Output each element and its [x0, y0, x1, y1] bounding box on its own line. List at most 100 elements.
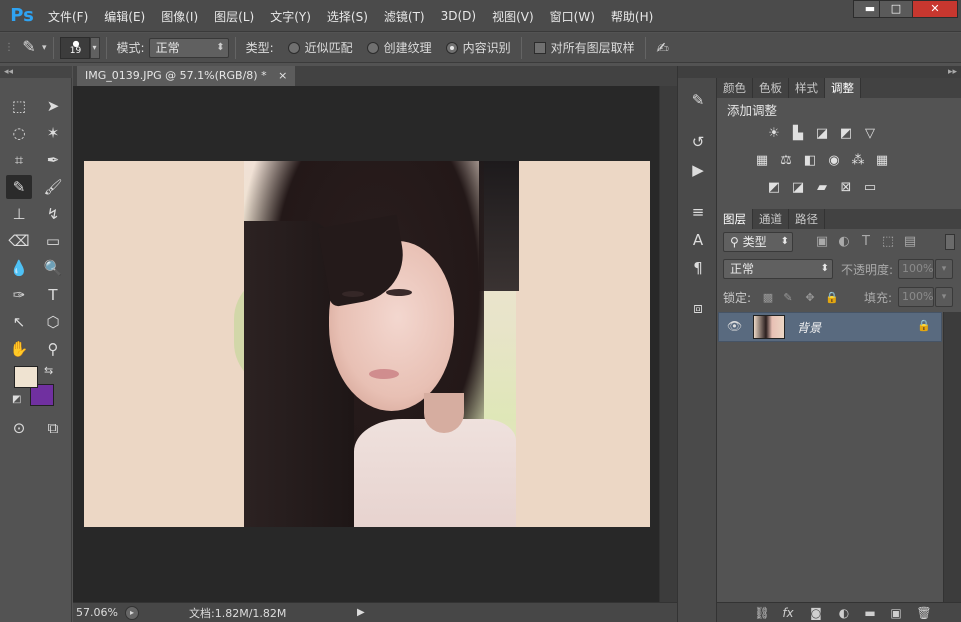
tab-paths[interactable]: 路径: [789, 209, 825, 229]
tab-layers[interactable]: 图层: [717, 209, 753, 229]
status-info-icon[interactable]: ▸: [125, 605, 139, 620]
lock-all-icon[interactable]: 🔒: [823, 290, 841, 306]
play-action-icon[interactable]: ▶: [685, 158, 711, 182]
lock-position-icon[interactable]: ✥: [801, 290, 819, 306]
type-proximity-match-label[interactable]: 近似匹配: [305, 39, 353, 56]
menu-edit[interactable]: 编辑(E): [96, 8, 153, 25]
quick-mask-icon[interactable]: ⊙: [6, 416, 32, 440]
color-lookup-icon[interactable]: ▦: [873, 153, 891, 169]
fill-dropdown-icon[interactable]: ▾: [935, 287, 953, 307]
delete-layer-icon[interactable]: 🗑: [915, 604, 933, 622]
magic-wand-icon[interactable]: ✶: [40, 121, 66, 145]
3d-panel-icon[interactable]: ⧈: [685, 296, 711, 320]
preset-dropdown-icon[interactable]: ▾: [42, 43, 47, 53]
menu-window[interactable]: 窗口(W): [542, 8, 603, 25]
menu-help[interactable]: 帮助(H): [603, 8, 661, 25]
rectangular-marquee-icon[interactable]: ⬚: [6, 94, 32, 118]
shape-tool-icon[interactable]: ⬡: [40, 310, 66, 334]
menu-select[interactable]: 选择(S): [319, 8, 376, 25]
brush-picker-dropdown-icon[interactable]: ▾: [89, 36, 100, 59]
swap-colors-icon[interactable]: ⇆: [44, 364, 53, 377]
brightness-contrast-icon[interactable]: ☀: [765, 126, 783, 142]
crop-icon[interactable]: ⌗: [6, 148, 32, 172]
document-tab-close-icon[interactable]: ×: [278, 69, 287, 82]
sample-all-layers-label[interactable]: 对所有图层取样: [551, 39, 635, 56]
default-colors-icon[interactable]: ◩: [12, 394, 21, 405]
toolbox-collapse-icon[interactable]: ◂◂: [0, 66, 72, 78]
type-content-aware-label[interactable]: 内容识别: [463, 39, 511, 56]
filter-smart-object-icon[interactable]: ▤: [901, 234, 919, 250]
close-button[interactable]: ✕: [912, 0, 958, 18]
lock-image-pixels-icon[interactable]: ✎: [779, 290, 797, 306]
eraser-icon[interactable]: ⌫: [6, 229, 32, 253]
layers-scrollbar[interactable]: [943, 312, 961, 602]
foreground-color-swatch[interactable]: [14, 366, 38, 388]
character-panel-icon[interactable]: A: [685, 228, 711, 252]
paragraph-panel-icon[interactable]: ¶: [685, 256, 711, 280]
threshold-icon[interactable]: ▰: [813, 180, 831, 196]
new-group-icon[interactable]: ▬: [861, 604, 879, 622]
maximize-button[interactable]: □: [879, 0, 913, 18]
type-proximity-match-radio[interactable]: [287, 41, 300, 54]
tab-color[interactable]: 颜色: [717, 78, 753, 98]
document-canvas[interactable]: [84, 161, 650, 527]
clone-stamp-icon[interactable]: ⊥: [6, 202, 32, 226]
tab-swatches[interactable]: 色板: [753, 78, 789, 98]
brush-icon[interactable]: 🖌: [40, 175, 66, 199]
tab-adjustments[interactable]: 调整: [825, 78, 861, 98]
type-tool-icon[interactable]: T: [40, 283, 66, 307]
new-adjustment-layer-icon[interactable]: ◐: [835, 604, 853, 622]
eyedropper-icon[interactable]: ✒: [40, 148, 66, 172]
eye-icon[interactable]: 👁: [727, 319, 742, 333]
history-brush-icon[interactable]: ↯: [40, 202, 66, 226]
dodge-icon[interactable]: 🔍: [40, 256, 66, 280]
exposure-icon[interactable]: ◩: [837, 126, 855, 142]
filter-toggle-switch[interactable]: [945, 234, 955, 250]
photo-filter-icon[interactable]: ◉: [825, 153, 843, 169]
curves-icon[interactable]: ◪: [813, 126, 831, 142]
gradient-icon[interactable]: ▭: [40, 229, 66, 253]
menu-image[interactable]: 图像(I): [153, 8, 206, 25]
opacity-dropdown-icon[interactable]: ▾: [935, 259, 953, 279]
blur-icon[interactable]: 💧: [6, 256, 32, 280]
hand-icon[interactable]: ✋: [6, 337, 32, 361]
type-create-texture-label[interactable]: 创建纹理: [384, 39, 432, 56]
channel-mixer-icon[interactable]: ⁂: [849, 153, 867, 169]
layer-filter-kind-select[interactable]: ⚲ 类型 ⬍: [723, 232, 793, 252]
filter-adjustment-icon[interactable]: ◐: [835, 234, 853, 250]
filter-shape-icon[interactable]: ⬚: [879, 234, 897, 250]
layer-style-icon[interactable]: fx: [779, 604, 797, 622]
pressure-size-icon[interactable]: ✍: [652, 39, 674, 57]
hue-saturation-icon[interactable]: ▦: [753, 153, 771, 169]
color-balance-icon[interactable]: ⚖: [777, 153, 795, 169]
menu-layer[interactable]: 图层(L): [206, 8, 262, 25]
blend-mode-select[interactable]: 正常 ⬍: [723, 259, 833, 279]
zoom-icon[interactable]: ⚲: [40, 337, 66, 361]
invert-icon[interactable]: ◩: [765, 180, 783, 196]
black-white-icon[interactable]: ◧: [801, 153, 819, 169]
brush-size-preview[interactable]: ● 19: [59, 36, 90, 59]
fill-input[interactable]: 100%: [898, 287, 934, 307]
filter-pixel-icon[interactable]: ▣: [813, 234, 831, 250]
path-selection-icon[interactable]: ↖: [6, 310, 32, 334]
new-layer-icon[interactable]: ▣: [887, 604, 905, 622]
brush-presets-icon[interactable]: ≡: [685, 200, 711, 224]
screen-mode-icon[interactable]: ⧉: [40, 416, 66, 440]
panels-collapse-icon[interactable]: ▸▸: [717, 66, 961, 78]
gradient-map-icon[interactable]: ▭: [861, 180, 879, 196]
sample-all-layers-checkbox[interactable]: [533, 41, 546, 54]
selective-color-icon[interactable]: ⊠: [837, 180, 855, 196]
add-mask-icon[interactable]: ◙: [807, 604, 825, 622]
move-tool-icon[interactable]: ➤: [40, 94, 66, 118]
tab-channels[interactable]: 通道: [753, 209, 789, 229]
type-create-texture-radio[interactable]: [366, 41, 379, 54]
levels-icon[interactable]: ▙: [789, 126, 807, 142]
history-panel-icon[interactable]: ✎: [685, 88, 711, 112]
posterize-icon[interactable]: ◪: [789, 180, 807, 196]
layer-row-background[interactable]: 👁 背景 🔒: [718, 312, 942, 342]
spot-healing-tool-preset-icon[interactable]: ✎: [16, 37, 42, 59]
pen-icon[interactable]: ✑: [6, 283, 32, 307]
type-content-aware-radio[interactable]: [445, 41, 458, 54]
opacity-input[interactable]: 100%: [898, 259, 934, 279]
menu-type[interactable]: 文字(Y): [262, 8, 319, 25]
